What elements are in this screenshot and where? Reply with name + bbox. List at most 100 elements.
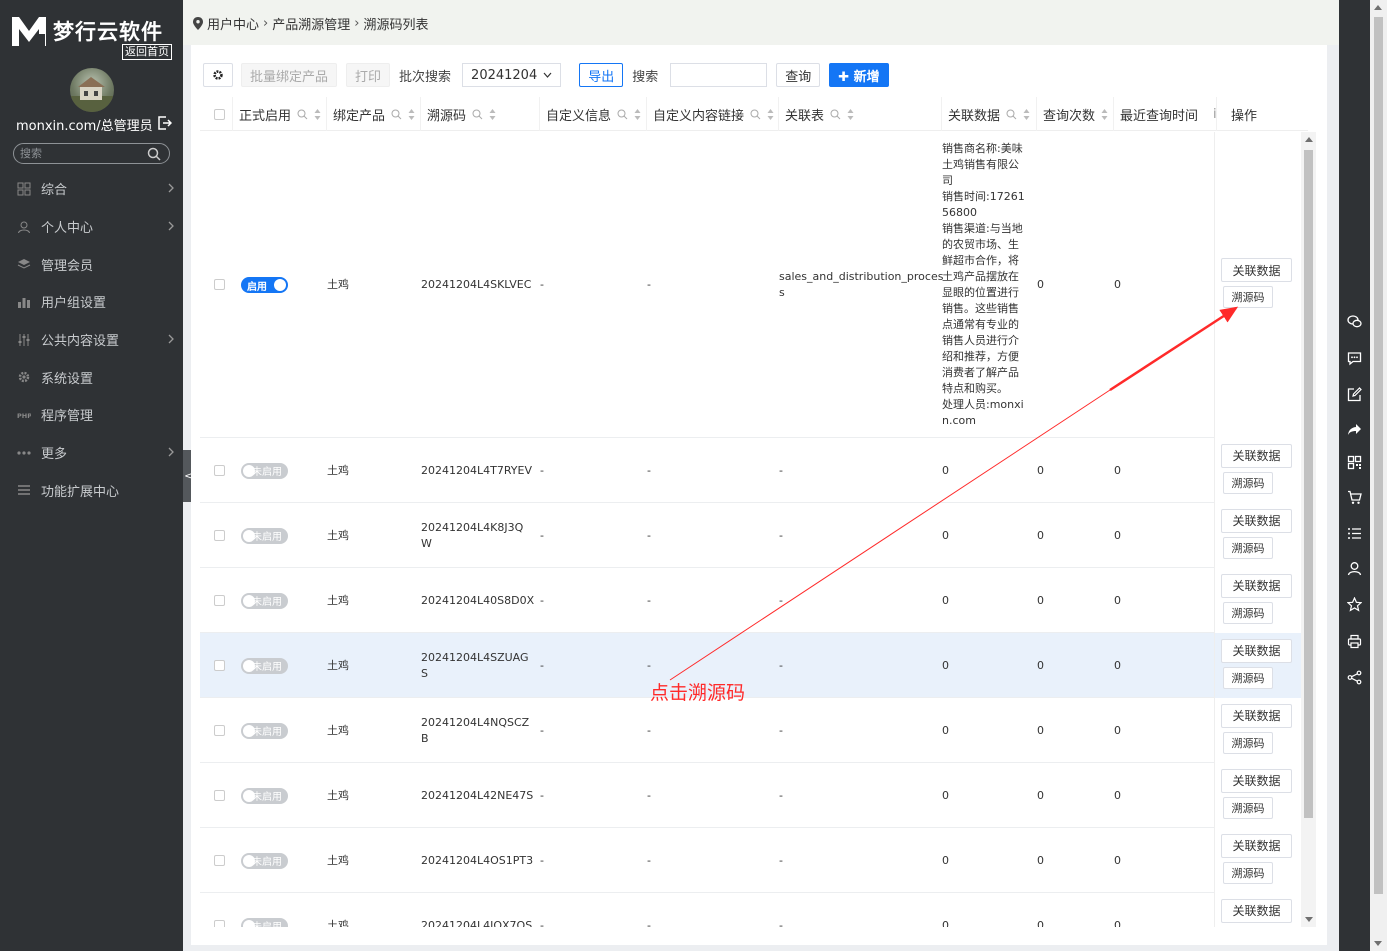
enable-toggle[interactable]: 未启用	[241, 722, 288, 739]
enable-toggle[interactable]: 未启用	[241, 787, 288, 804]
breadcrumb-user-center[interactable]: 用户中心	[207, 14, 259, 33]
search-icon[interactable]	[750, 109, 761, 120]
user-icon[interactable]	[1347, 561, 1362, 576]
related-data-button[interactable]: 关联数据	[1221, 258, 1292, 282]
row-checkbox[interactable]	[214, 724, 225, 736]
table-row[interactable]: 未启用土鸡20241204L4IQX7QS---000关联数据溯源码	[200, 893, 1302, 927]
search-icon[interactable]	[297, 109, 308, 120]
row-checkbox[interactable]	[214, 854, 225, 866]
search-icon[interactable]	[1006, 109, 1017, 120]
col-bound-product[interactable]: 绑定产品	[327, 97, 421, 131]
enable-toggle[interactable]: 未启用	[241, 852, 288, 869]
edit-icon[interactable]	[1347, 387, 1362, 402]
query-button[interactable]: 查询	[776, 63, 821, 87]
table-row[interactable]: 未启用 土鸡 20241204L4K8J3Q W - - - 0 0 0 关联数据 溯源码	[200, 503, 1302, 568]
scroll-down-arrow-icon[interactable]	[1305, 917, 1313, 922]
row-checkbox[interactable]	[214, 464, 225, 476]
table-row[interactable]: 未启用 土鸡 20241204L4NQSCZ B - - - 0 0 0 关联数据 溯源码	[200, 698, 1302, 763]
batch-bind-product-button[interactable]: 批量绑定产品	[241, 63, 338, 87]
enable-toggle[interactable]: 未启用	[241, 462, 288, 479]
sort-icon[interactable]	[634, 108, 641, 120]
share-arrow-icon[interactable]	[1347, 422, 1362, 437]
logout-icon[interactable]	[158, 116, 172, 130]
col-custom-link[interactable]: 自定义内容链接	[647, 97, 779, 131]
enable-toggle[interactable]: 未启用	[241, 592, 288, 609]
table-row[interactable]: 启用 土鸡 20241204L4SKLVEC - - sales_and_distribu…	[200, 132, 1302, 438]
enable-toggle[interactable]: 未启用	[241, 657, 288, 674]
related-data-button[interactable]: 关联数据	[1221, 898, 1292, 923]
sort-icon[interactable]	[408, 108, 415, 120]
scroll-up-arrow-icon[interactable]	[1374, 5, 1382, 10]
table-scrollbar[interactable]	[1301, 132, 1316, 927]
related-data-button[interactable]: 关联数据	[1221, 638, 1292, 663]
scroll-down-arrow-icon[interactable]	[1374, 941, 1382, 946]
search-icon[interactable]	[617, 109, 628, 120]
search-icon[interactable]	[472, 109, 483, 120]
row-checkbox[interactable]	[214, 919, 225, 927]
enable-toggle[interactable]: 未启用	[241, 917, 288, 927]
trace-code-button[interactable]: 溯源码	[1223, 601, 1273, 624]
printer-icon[interactable]	[1347, 634, 1362, 649]
sort-icon[interactable]	[1101, 108, 1108, 120]
col-related-table[interactable]: 关联表	[779, 97, 942, 131]
user-name[interactable]: monxin.com/总管理员	[16, 119, 153, 134]
sidebar-item-public-content[interactable]: 公共内容设置	[0, 321, 183, 359]
col-formal-enable[interactable]: 正式启用	[233, 97, 327, 131]
col-custom-info[interactable]: 自定义信息	[540, 97, 647, 131]
row-checkbox[interactable]	[214, 659, 225, 671]
related-data-button[interactable]: 关联数据	[1221, 768, 1292, 793]
sort-icon[interactable]	[1023, 108, 1030, 120]
related-data-button[interactable]: 关联数据	[1221, 508, 1292, 533]
trace-code-button[interactable]: 溯源码	[1223, 666, 1273, 689]
search-icon[interactable]	[391, 109, 402, 120]
search-input[interactable]	[670, 63, 768, 87]
sort-icon[interactable]	[314, 108, 321, 120]
table-row[interactable]: 未启用 土鸡 20241204L4T7RYEV - - -0 0 0 关联数据 溯源码	[200, 438, 1302, 503]
logo[interactable]: 梦行云软件 返回首页	[10, 12, 175, 60]
table-row[interactable]: 未启用 土鸡 20241204L42NE47S - - -0 0 0 关联数据 溯源码	[200, 763, 1302, 828]
row-checkbox[interactable]	[214, 529, 225, 541]
enable-toggle[interactable]: 启用	[241, 277, 288, 293]
trace-code-button[interactable]: 溯源码	[1223, 471, 1273, 494]
related-data-button[interactable]: 关联数据	[1221, 703, 1292, 728]
select-all-checkbox[interactable]	[214, 109, 225, 120]
row-checkbox[interactable]	[214, 279, 225, 290]
row-checkbox[interactable]	[214, 594, 225, 606]
list-icon[interactable]	[1347, 526, 1362, 541]
export-button[interactable]: 导出	[579, 63, 624, 87]
page-scrollbar[interactable]	[1370, 0, 1387, 951]
col-trace-code[interactable]: 溯源码	[421, 97, 540, 131]
table-row[interactable]: 未启用 土鸡 20241204L4OS1PT3- - -0 0 0 关联数据 溯源码	[200, 828, 1302, 893]
share-nodes-icon[interactable]	[1347, 670, 1362, 685]
table-row[interactable]: 未启用 土鸡 20241204L40S8D0X - - -0 0 0 关联数据 溯源码	[200, 568, 1302, 633]
trace-code-button[interactable]: 溯源码	[1223, 731, 1273, 754]
sidebar-item-general[interactable]: 综合	[0, 170, 183, 208]
sidebar-item-user-groups[interactable]: 用户组设置	[0, 283, 183, 321]
scrollbar-thumb[interactable]	[1374, 17, 1383, 894]
col-query-count[interactable]: 查询次数	[1037, 97, 1114, 131]
avatar[interactable]	[70, 68, 114, 112]
sidebar-item-system-settings[interactable]: 系统设置	[0, 358, 183, 396]
search-icon[interactable]	[830, 109, 841, 120]
table-row[interactable]: 未启用 土鸡 20241204L4SZUAG S - - - 0 0 0 关联数据 溯源码	[200, 633, 1302, 698]
trace-code-button[interactable]: 溯源码	[1223, 796, 1273, 819]
sidebar-item-more[interactable]: 更多	[0, 434, 183, 472]
sidebar-item-extension-center[interactable]: 功能扩展中心	[0, 472, 183, 510]
trace-code-button[interactable]: 溯源码	[1223, 536, 1273, 559]
enable-toggle[interactable]: 未启用	[241, 527, 288, 544]
related-data-button[interactable]: 关联数据	[1221, 833, 1292, 858]
trace-code-button[interactable]: 溯源码	[1223, 286, 1273, 308]
settings-button[interactable]	[203, 63, 233, 87]
col-last-query-time[interactable]: 最近查询时间 i	[1114, 97, 1217, 131]
wechat-icon[interactable]	[1347, 314, 1362, 329]
scrollbar-thumb[interactable]	[1304, 150, 1313, 818]
print-button[interactable]: 打印	[346, 63, 391, 87]
scroll-up-arrow-icon[interactable]	[1305, 137, 1313, 142]
trace-code-button[interactable]: 溯源码	[1223, 926, 1273, 927]
sidebar-search-input[interactable]	[20, 146, 140, 161]
breadcrumb-trace-management[interactable]: 产品溯源管理	[272, 14, 350, 33]
batch-select[interactable]: 20241204	[462, 63, 562, 87]
search-icon[interactable]	[147, 147, 161, 161]
sort-icon[interactable]	[847, 108, 854, 120]
home-link[interactable]: 返回首页	[122, 44, 172, 60]
